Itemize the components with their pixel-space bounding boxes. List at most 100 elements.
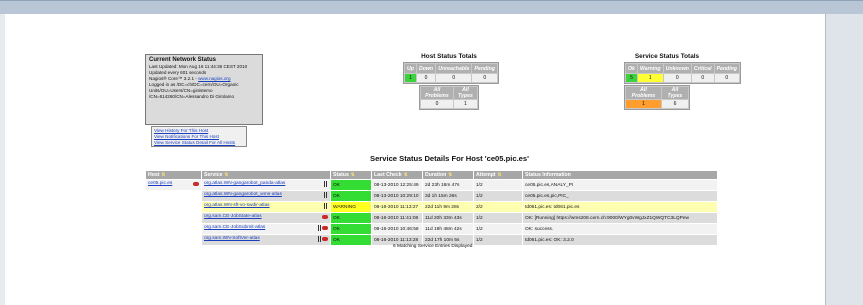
- svc-critical-count: 0: [691, 74, 714, 82]
- table-row: org.atlas.WN-gangarobot_wms-atlas OK 08-…: [146, 191, 717, 201]
- host-totals-title: Host Status Totals: [421, 53, 477, 60]
- table-row: ce05.pic.es org.atlas.WN-gangarobot_pand…: [146, 180, 717, 190]
- status-info-cell: ce05.pic.es,pic,PIC_: [523, 191, 717, 201]
- svc-ok-header[interactable]: Ok: [626, 64, 637, 73]
- status-info-cell: OK: success.: [523, 224, 717, 234]
- page-title: Service Status Details For Host 'ce05.pi…: [370, 154, 529, 163]
- attempt-cell: 1/2: [474, 213, 522, 223]
- duration-column-header[interactable]: Duration ⇅: [423, 171, 473, 179]
- svc-warning-count: 1: [637, 74, 663, 82]
- service-link[interactable]: org.sam.CE-JobSubmit-atlas: [204, 225, 265, 230]
- service-cell: org.atlas.WN-gangarobot_panda-atlas: [202, 180, 330, 190]
- host-cell: ce05.pic.es: [146, 180, 201, 190]
- duration-cell: 2d 23h 18m 47s: [423, 180, 473, 190]
- last-check-cell: 08-13-2010 10:29:10: [372, 191, 422, 201]
- service-link[interactable]: org.atlas.WN-sft-vo-swdir-atlas: [204, 203, 270, 208]
- status-cell: WARNING: [331, 202, 371, 212]
- svc-all-problems-header[interactable]: All Problems: [626, 87, 661, 99]
- current-status-box: Current Network Status Last Updated: Mon…: [145, 54, 263, 125]
- notifications-disabled-icon[interactable]: [322, 214, 328, 223]
- right-frame-scrollbar[interactable]: [825, 14, 863, 305]
- svc-all-types-header[interactable]: All Types: [661, 87, 688, 99]
- version-text: Nagios® Core™ 3.2.1 -: [149, 75, 199, 81]
- status-cell: OK: [331, 213, 371, 223]
- logged-in-as: Logged in as /DC=ch/DC=cern/OU=Organic U…: [149, 81, 239, 99]
- host-up-header[interactable]: Up: [405, 64, 416, 73]
- status-column-header[interactable]: Status ⇅: [331, 171, 371, 179]
- host-cell: [146, 235, 201, 245]
- attempt-column-header[interactable]: Attempt ⇅: [474, 171, 522, 179]
- status-info-column-header: Status Information: [523, 171, 717, 179]
- svc-warning-header[interactable]: Warning: [637, 64, 663, 73]
- host-cell: [146, 191, 201, 201]
- nagios-link[interactable]: www.nagios.org: [198, 76, 230, 81]
- svc-ok-count: 5: [626, 74, 637, 82]
- status-info-cell: td061.pic.es: td061.pic.es: [523, 202, 717, 212]
- sort-arrows-icon[interactable]: ⇅: [162, 172, 166, 177]
- host-link[interactable]: ce05.pic.es: [148, 181, 172, 186]
- svc-unknown-count: 0: [663, 74, 691, 82]
- host-unreachable-header[interactable]: Unreachable: [436, 64, 472, 73]
- host-unreachable-count: 0: [436, 74, 472, 82]
- host-status-icon: [193, 181, 199, 190]
- attempt-cell: 1/2: [474, 191, 522, 201]
- svc-unknown-header[interactable]: Unknown: [663, 64, 691, 73]
- host-all-types-header[interactable]: All Types: [453, 87, 477, 99]
- svc-pending-count: 0: [714, 74, 739, 82]
- sort-arrows-icon[interactable]: ⇅: [351, 172, 355, 177]
- duration-cell: 11d 20h 33m 43s: [423, 213, 473, 223]
- service-column-header[interactable]: Service ⇅: [202, 171, 330, 179]
- service-cell: org.atlas.WN-gangarobot_wms-atlas: [202, 191, 330, 201]
- table-row: org.atlas.WN-sft-vo-swdir-atlas WARNING …: [146, 202, 717, 212]
- service-summary-table: All Problems All Types 1 6: [624, 85, 690, 110]
- status-info-cell: td061.pic.es: OK: 3.2.0: [523, 235, 717, 245]
- graph-icon[interactable]: [324, 203, 328, 212]
- duration-cell: 22d 11h 9m 28s: [423, 202, 473, 212]
- attempt-cell: 1/2: [474, 235, 522, 245]
- graph-icon[interactable]: [324, 192, 328, 201]
- graph-icon[interactable]: [324, 181, 328, 190]
- host-cell: [146, 213, 201, 223]
- host-pending-header[interactable]: Pending: [472, 64, 497, 73]
- service-cell: org.sam.WN-SoftVer-atlas: [202, 235, 330, 245]
- svc-pending-header[interactable]: Pending: [714, 64, 739, 73]
- top-bar-edge: [0, 0, 863, 1]
- host-cell: [146, 202, 201, 212]
- service-link[interactable]: org.atlas.WN-gangarobot_panda-atlas: [204, 181, 285, 186]
- service-cell: org.sam.CE-JobSubmit-atlas: [202, 224, 330, 234]
- host-all-problems-header[interactable]: All Problems: [421, 87, 453, 99]
- sort-arrows-icon[interactable]: ⇅: [404, 172, 408, 177]
- service-detail-link[interactable]: View Service Status Detail For All Hosts: [154, 140, 244, 146]
- host-down-header[interactable]: Down: [416, 64, 436, 73]
- status-cell: OK: [331, 235, 371, 245]
- attempt-cell: 1/2: [474, 224, 522, 234]
- status-info-cell: OK: [Running] https://wms208.cern.ch:900…: [523, 213, 717, 223]
- sort-arrows-icon[interactable]: ⇅: [498, 172, 502, 177]
- host-pending-count: 0: [472, 74, 497, 82]
- svc-all-problems-count: 1: [626, 100, 661, 108]
- host-summary-table: All Problems All Types 0 1: [419, 85, 479, 110]
- table-row: org.sam.CE-JobSubmit-atlas OK 08-16-2010…: [146, 224, 717, 234]
- last-check-cell: 08-16-2010 10:46:58: [372, 224, 422, 234]
- service-cell: org.sam.CE-JobState-atlas: [202, 213, 330, 223]
- browser-top-bar: [0, 0, 863, 14]
- graph-and-notify-icons[interactable]: [318, 236, 328, 245]
- svc-all-types-count: 6: [661, 100, 688, 108]
- svc-critical-header[interactable]: Critical: [691, 64, 714, 73]
- sort-arrows-icon[interactable]: ⇅: [448, 172, 452, 177]
- sort-arrows-icon[interactable]: ⇅: [224, 172, 228, 177]
- graph-and-notify-icons[interactable]: [318, 225, 328, 234]
- status-cell: OK: [331, 224, 371, 234]
- service-link[interactable]: org.sam.CE-JobState-atlas: [204, 214, 262, 219]
- host-links-box: View History For This Host View Notifica…: [151, 126, 247, 147]
- host-cell: [146, 224, 201, 234]
- host-totals-table: Up Down Unreachable Pending 1 0 0 0: [403, 62, 499, 84]
- service-status-table: Host ⇅ Service ⇅ Status ⇅ Last Check ⇅ Durat…: [145, 170, 718, 246]
- last-check-column-header[interactable]: Last Check ⇅: [372, 171, 422, 179]
- host-down-count: 0: [416, 74, 436, 82]
- last-check-cell: 08-16-2010 11:13:27: [372, 202, 422, 212]
- service-link[interactable]: org.sam.WN-SoftVer-atlas: [204, 236, 260, 241]
- service-link[interactable]: org.atlas.WN-gangarobot_wms-atlas: [204, 192, 282, 197]
- table-row: org.sam.CE-JobState-atlas OK 08-16-2010 …: [146, 213, 717, 223]
- host-column-header[interactable]: Host ⇅: [146, 171, 201, 179]
